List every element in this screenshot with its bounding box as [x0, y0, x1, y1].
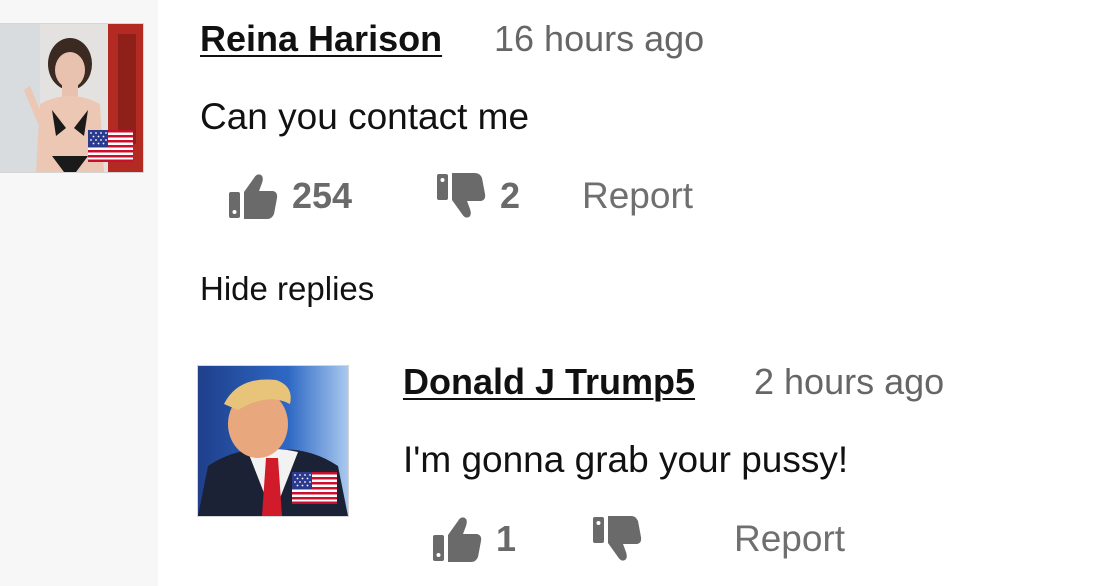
- us-flag-icon: [88, 130, 133, 162]
- thumbs-down-icon: [592, 515, 642, 563]
- reply-actions: 1 Report: [432, 511, 872, 567]
- like-button[interactable]: 1: [432, 511, 516, 567]
- commenter-avatar[interactable]: [0, 24, 143, 172]
- reply-text: I'm gonna grab your pussy!: [403, 439, 849, 480]
- reply-author-link[interactable]: Donald J Trump5: [403, 361, 695, 403]
- comment-timestamp: 16 hours ago: [494, 18, 705, 59]
- like-count: 254: [292, 175, 353, 216]
- like-button[interactable]: 254: [228, 168, 352, 224]
- comment-author-link[interactable]: Reina Harison: [200, 18, 442, 60]
- report-button[interactable]: Report: [734, 511, 845, 567]
- dislike-count: 2: [500, 175, 521, 216]
- us-flag-icon: [292, 472, 337, 504]
- thumbs-up-icon: [228, 172, 278, 220]
- hide-replies-link[interactable]: Hide replies: [200, 270, 374, 308]
- dislike-button[interactable]: [592, 511, 642, 567]
- report-label: Report: [734, 518, 846, 559]
- thumbs-up-icon: [432, 515, 482, 563]
- report-button[interactable]: Report: [582, 168, 693, 224]
- comment-text: Can you contact me: [200, 96, 530, 137]
- report-label: Report: [582, 175, 694, 216]
- like-count: 1: [496, 518, 517, 559]
- dislike-button[interactable]: 2: [436, 168, 520, 224]
- reply-avatar[interactable]: [198, 366, 348, 516]
- comment-actions: 254 2 Report: [228, 168, 728, 224]
- thumbs-down-icon: [436, 172, 486, 220]
- reply-timestamp: 2 hours ago: [754, 361, 945, 402]
